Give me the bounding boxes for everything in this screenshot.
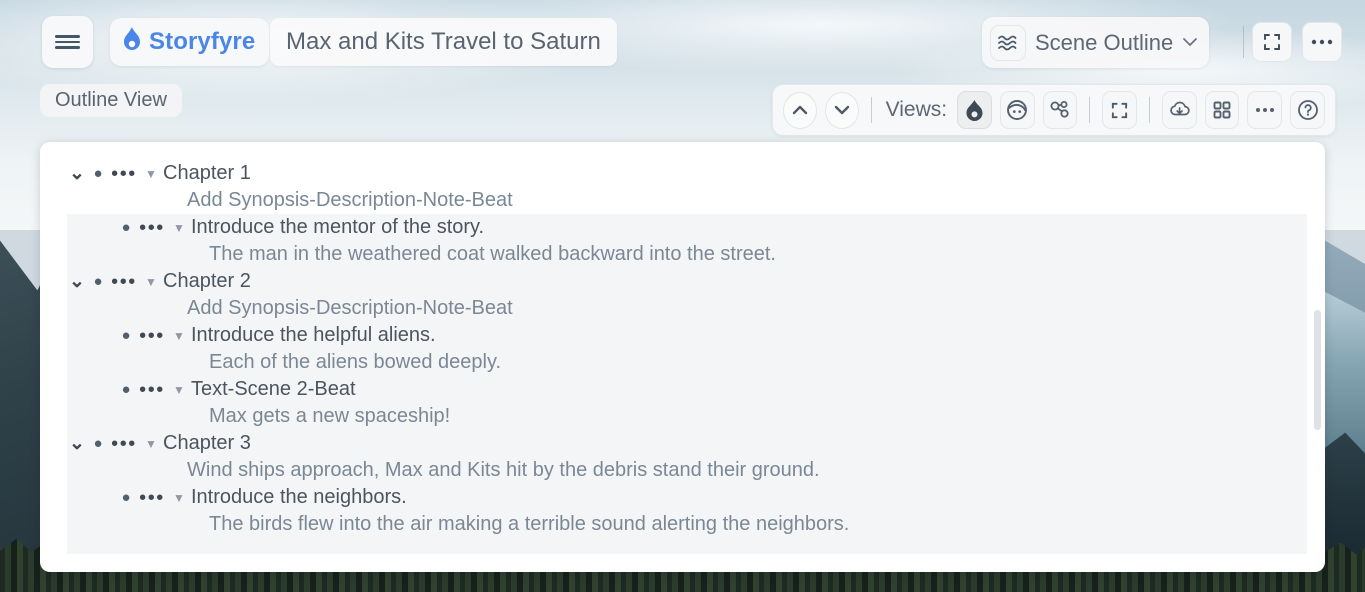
outline-node-subtext-label: Each of the aliens bowed deeply. bbox=[209, 351, 501, 374]
outline-node-subtext[interactable]: The man in the weathered coat walked bac… bbox=[67, 241, 1307, 268]
outline-node[interactable]: ⌄●•••▼Chapter 2Add Synopsis-Description-… bbox=[67, 268, 1307, 322]
triangle-down-icon[interactable]: ▼ bbox=[167, 330, 191, 342]
outline-node-subtext[interactable]: Each of the aliens bowed deeply. bbox=[67, 349, 1307, 376]
waves-icon bbox=[990, 25, 1026, 61]
views-toolbar: Views: bbox=[772, 84, 1336, 136]
more-options-button[interactable] bbox=[1302, 22, 1342, 62]
outline-node[interactable]: ⌄●•••▼Chapter 1Add Synopsis-Description-… bbox=[67, 160, 1307, 214]
chevron-down-icon[interactable]: ⌄ bbox=[67, 434, 87, 453]
export-button[interactable] bbox=[1162, 91, 1197, 129]
outline-node-row[interactable]: ●•••▼Introduce the mentor of the story. bbox=[67, 214, 1307, 241]
scrollbar-track[interactable] bbox=[1316, 160, 1323, 554]
fullscreen-button[interactable] bbox=[1102, 91, 1137, 129]
hamburger-icon-bar bbox=[55, 35, 80, 38]
bullet-icon[interactable]: ● bbox=[115, 328, 137, 343]
outline-node-row[interactable]: ⌄●•••▼Chapter 2 bbox=[67, 268, 1307, 295]
outline-node-row[interactable]: ●•••▼Text-Scene 2-Beat bbox=[67, 376, 1307, 403]
outline-node-subtext-label: Max gets a new spaceship! bbox=[209, 405, 450, 428]
node-menu-icon[interactable]: ••• bbox=[137, 326, 167, 346]
flame-icon bbox=[122, 27, 142, 58]
brand-name: Storyfyre bbox=[149, 28, 255, 56]
outline-node-title[interactable]: Chapter 3 bbox=[163, 432, 251, 455]
bullet-icon[interactable]: ● bbox=[115, 220, 137, 235]
triangle-down-icon[interactable]: ▼ bbox=[139, 438, 163, 450]
triangle-down-icon[interactable]: ▼ bbox=[167, 384, 191, 396]
scene-outline-selector[interactable]: Scene Outline bbox=[982, 17, 1209, 68]
outline-view-chip: Outline View bbox=[40, 84, 182, 117]
outline-node-subtext-label: Wind ships approach, Max and Kits hit by… bbox=[187, 459, 820, 482]
menu-button[interactable] bbox=[42, 16, 93, 68]
outline-node-title[interactable]: Introduce the helpful aliens. bbox=[191, 324, 436, 347]
document-title[interactable]: Max and Kits Travel to Saturn bbox=[270, 18, 617, 66]
views-label: Views: bbox=[886, 98, 947, 122]
triangle-down-icon[interactable]: ▼ bbox=[167, 492, 191, 504]
scroll-down-button[interactable] bbox=[825, 92, 859, 129]
toolbar-divider bbox=[1149, 97, 1150, 123]
help-button[interactable] bbox=[1290, 91, 1325, 129]
outline-node[interactable]: ⌄●•••▼Chapter 3Wind ships approach, Max … bbox=[67, 430, 1307, 484]
outline-node-title[interactable]: Introduce the neighbors. bbox=[191, 486, 407, 509]
outline-node-subtext[interactable]: Add Synopsis-Description-Note-Beat bbox=[67, 295, 1307, 322]
grid-view-button[interactable] bbox=[1205, 91, 1240, 129]
outline-node-row[interactable]: ⌄●•••▼Chapter 3 bbox=[67, 430, 1307, 457]
scrollbar-thumb[interactable] bbox=[1314, 310, 1321, 430]
node-menu-icon[interactable]: ••• bbox=[137, 488, 167, 508]
outline-node-row[interactable]: ●•••▼Introduce the neighbors. bbox=[67, 484, 1307, 511]
outline-node-row[interactable]: ⌄●•••▼Chapter 1 bbox=[67, 160, 1307, 187]
more-options-button[interactable] bbox=[1247, 91, 1282, 129]
outline-node[interactable]: ●•••▼Text-Scene 2-BeatMax gets a new spa… bbox=[67, 376, 1307, 430]
bullet-icon[interactable]: ● bbox=[87, 166, 109, 181]
bullet-icon[interactable]: ● bbox=[115, 382, 137, 397]
triangle-down-icon[interactable]: ▼ bbox=[139, 276, 163, 288]
bullet-icon[interactable]: ● bbox=[87, 436, 109, 451]
outline-list: ⌄●•••▼Chapter 1Add Synopsis-Description-… bbox=[67, 160, 1307, 554]
outline-node-title[interactable]: Introduce the mentor of the story. bbox=[191, 216, 484, 239]
brand-button[interactable]: Storyfyre bbox=[110, 18, 269, 66]
node-menu-icon[interactable]: ••• bbox=[109, 164, 139, 184]
node-menu-icon[interactable]: ••• bbox=[137, 218, 167, 238]
chevron-down-icon bbox=[1182, 34, 1198, 52]
outline-node-subtext[interactable]: Wind ships approach, Max and Kits hit by… bbox=[67, 457, 1307, 484]
toolbar-divider bbox=[871, 97, 872, 123]
toolbar-divider bbox=[1243, 26, 1244, 58]
outline-node-title[interactable]: Text-Scene 2-Beat bbox=[191, 378, 356, 401]
node-menu-icon[interactable]: ••• bbox=[109, 272, 139, 292]
chevron-down-icon[interactable]: ⌄ bbox=[67, 272, 87, 291]
scene-outline-label: Scene Outline bbox=[1035, 30, 1173, 56]
outline-node-subtext-label: Add Synopsis-Description-Note-Beat bbox=[187, 189, 513, 212]
outline-node-subtext[interactable]: The birds flew into the air making a ter… bbox=[67, 511, 1307, 538]
bullet-icon[interactable]: ● bbox=[87, 274, 109, 289]
outline-node-subtext-label: The birds flew into the air making a ter… bbox=[209, 513, 849, 536]
outline-node-subtext[interactable]: Add Synopsis-Description-Note-Beat bbox=[67, 187, 1307, 214]
story-view-button[interactable] bbox=[957, 91, 992, 129]
scroll-up-button[interactable] bbox=[783, 92, 817, 129]
outline-node-row[interactable]: ●•••▼Introduce the helpful aliens. bbox=[67, 322, 1307, 349]
outline-node-subtext[interactable]: Max gets a new spaceship! bbox=[67, 403, 1307, 430]
triangle-down-icon[interactable]: ▼ bbox=[139, 168, 163, 180]
structure-view-button[interactable] bbox=[1043, 91, 1078, 129]
outline-node[interactable]: ●•••▼Introduce the helpful aliens.Each o… bbox=[67, 322, 1307, 376]
outline-node[interactable]: ●•••▼Introduce the neighbors.The birds f… bbox=[67, 484, 1307, 538]
chevron-down-icon[interactable]: ⌄ bbox=[67, 164, 87, 183]
outline-node-title[interactable]: Chapter 2 bbox=[163, 270, 251, 293]
outline-node-title[interactable]: Chapter 1 bbox=[163, 162, 251, 185]
triangle-down-icon[interactable]: ▼ bbox=[167, 222, 191, 234]
outline-card: ⌄●•••▼Chapter 1Add Synopsis-Description-… bbox=[40, 142, 1325, 572]
node-menu-icon[interactable]: ••• bbox=[137, 380, 167, 400]
outline-node[interactable]: ●•••▼Introduce the mentor of the story.T… bbox=[67, 214, 1307, 268]
node-menu-icon[interactable]: ••• bbox=[109, 434, 139, 454]
outline-node-subtext-label: The man in the weathered coat walked bac… bbox=[209, 243, 776, 266]
toolbar-divider bbox=[1089, 97, 1090, 123]
hamburger-icon-bar bbox=[55, 46, 80, 49]
bullet-icon[interactable]: ● bbox=[115, 490, 137, 505]
hamburger-icon-bar bbox=[55, 41, 80, 44]
character-view-button[interactable] bbox=[1000, 91, 1035, 129]
expand-fullscreen-button[interactable] bbox=[1252, 22, 1292, 62]
outline-node-subtext-label: Add Synopsis-Description-Note-Beat bbox=[187, 297, 513, 320]
